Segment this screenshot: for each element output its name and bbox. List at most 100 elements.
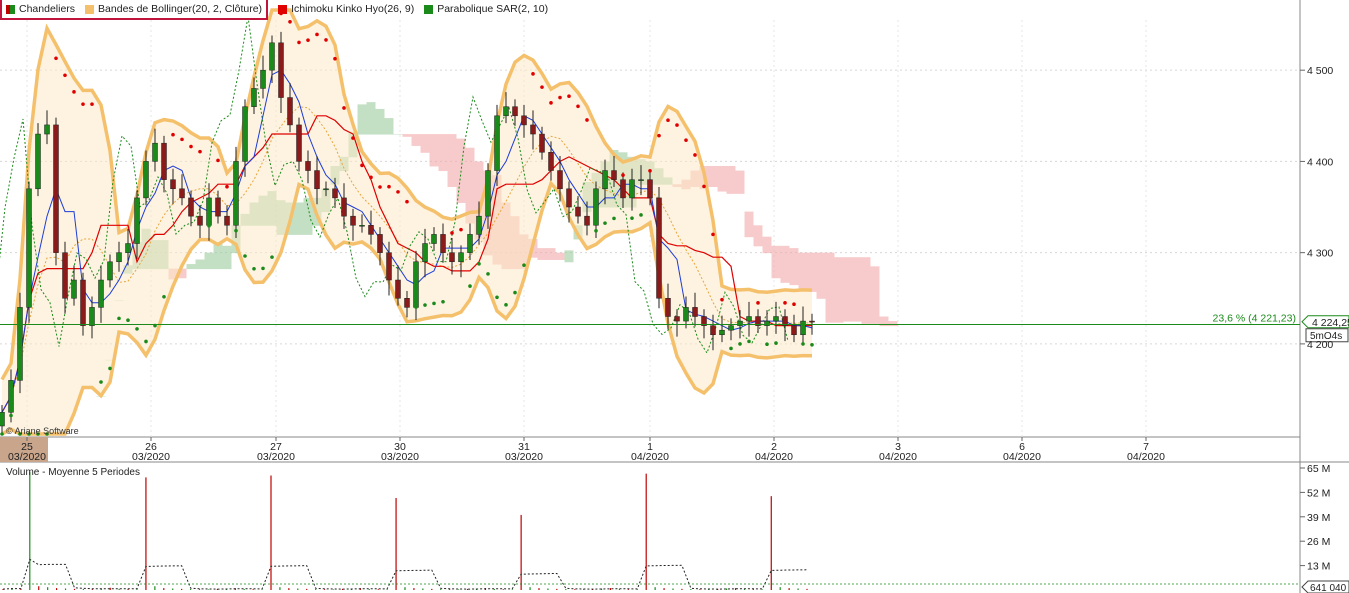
candle-body: [575, 206, 581, 217]
legend-bollinger-label: Bandes de Bollinger(20, 2, Clôture): [98, 3, 263, 15]
sar-dot: [225, 184, 229, 189]
cloud-segment: [861, 257, 871, 324]
sar-dot: [729, 346, 733, 351]
sar-dot: [495, 295, 499, 300]
sar-dot: [792, 302, 796, 307]
last-price-label: 4 224,25: [1312, 317, 1349, 329]
candle-body: [746, 316, 752, 322]
candle-body: [197, 215, 203, 226]
ichimoku-swatch-icon: [278, 4, 288, 14]
cloud-segment: [780, 245, 790, 283]
cloud-segment: [843, 257, 853, 322]
sar-dot: [702, 184, 706, 189]
cloud-segment: [186, 264, 196, 270]
candle-body: [116, 252, 122, 263]
candle-body: [260, 69, 266, 89]
date-tick-month: 03/2020: [381, 451, 419, 463]
cloud-segment: [726, 165, 736, 194]
legend-sar-label: Parabolique SAR(2, 10): [437, 3, 549, 15]
date-tick-month: 03/2020: [505, 451, 543, 463]
cloud-segment: [735, 170, 745, 194]
candle-body: [809, 320, 815, 323]
cloud-segment: [447, 134, 457, 188]
candle-body: [305, 161, 311, 171]
sar-dot: [783, 301, 787, 305]
sar-dot: [666, 118, 670, 122]
sar-dot: [648, 168, 652, 173]
sar-dot: [405, 199, 409, 204]
cloud-segment: [204, 252, 214, 270]
candle-body: [431, 234, 437, 244]
cloud-segment: [564, 250, 574, 263]
cloud-segment: [546, 248, 556, 260]
sar-dot: [738, 342, 742, 346]
sar-dot: [414, 305, 418, 309]
candle-body: [557, 170, 563, 190]
candle-body: [80, 279, 86, 326]
date-tick-month: 04/2020: [755, 451, 793, 463]
legend-candles[interactable]: Chandeliers: [6, 3, 75, 15]
candle-body: [413, 261, 419, 308]
candle-body: [521, 115, 527, 126]
volume-tick-label: 52 M: [1307, 487, 1330, 499]
candle-body: [143, 161, 149, 199]
sar-dot: [567, 94, 571, 98]
sar-dot: [612, 216, 616, 221]
date-tick-month: 04/2020: [879, 451, 917, 463]
candle-body: [566, 188, 572, 208]
sar-dot: [657, 133, 661, 138]
sar-dot: [144, 339, 148, 344]
candle-body: [539, 133, 545, 153]
candle-body: [494, 115, 500, 171]
volume-average-line: [2, 558, 808, 590]
sar-dot: [270, 255, 274, 259]
sar-dot: [477, 262, 481, 266]
sar-dot: [630, 216, 634, 220]
sar-dot: [81, 102, 85, 106]
price-chart[interactable]: 23,6 % (4 221,23) 4 224,25 5mO4s © Arian…: [0, 0, 1349, 593]
legend-candles-label: Chandeliers: [19, 3, 76, 15]
price-axis-ticks: 4 500 4 400 4 300 4 200: [1300, 65, 1333, 351]
candle-body: [242, 106, 248, 162]
sar-dot: [639, 213, 643, 217]
cloud-segment: [708, 165, 718, 188]
candle-body: [152, 142, 158, 162]
volume-last-value: 641 040: [1310, 583, 1347, 593]
candle-body: [728, 325, 734, 331]
cloud-segment: [771, 245, 781, 279]
candle-body: [548, 152, 554, 171]
sar-dot: [135, 327, 139, 331]
legend-bollinger[interactable]: Bandes de Bollinger(20, 2, Clôture): [85, 3, 262, 15]
candle-body: [692, 307, 698, 317]
candle-body: [602, 170, 608, 190]
sar-dot: [801, 342, 805, 346]
date-tick-month: 04/2020: [631, 451, 669, 463]
legend-selected-group[interactable]: Chandeliers Bandes de Bollinger(20, 2, C…: [0, 0, 269, 20]
cloud-segment: [393, 134, 403, 135]
candle-body: [800, 320, 806, 336]
sar-dot: [378, 185, 382, 189]
legend-ichimoku[interactable]: Ichimoku Kinko Hyo(26, 9): [278, 3, 414, 15]
sar-dot: [603, 221, 607, 225]
candle-body: [287, 97, 293, 126]
date-axis-ticks: 2503/20202603/20202703/20203003/20203103…: [8, 437, 1165, 463]
sar-dot: [0, 432, 4, 436]
sar-dot: [432, 301, 436, 306]
cloud-segment: [411, 134, 421, 146]
candle-body: [314, 170, 320, 190]
sar-dot: [243, 254, 247, 258]
sar-dot: [711, 232, 715, 237]
candle-body: [89, 307, 95, 326]
cloud-segment: [825, 252, 835, 323]
legend-sar[interactable]: Parabolique SAR(2, 10): [424, 3, 548, 15]
candle-body: [350, 215, 356, 226]
cloud-segment: [357, 104, 367, 135]
sar-dot: [675, 123, 679, 127]
cloud-segment: [429, 134, 439, 167]
cloud-segment: [537, 248, 547, 260]
sar-dot: [333, 56, 337, 61]
candle-body: [629, 179, 635, 199]
sar-dot: [369, 175, 373, 180]
bollinger-fill: [2, 10, 812, 434]
candle-body: [476, 215, 482, 235]
